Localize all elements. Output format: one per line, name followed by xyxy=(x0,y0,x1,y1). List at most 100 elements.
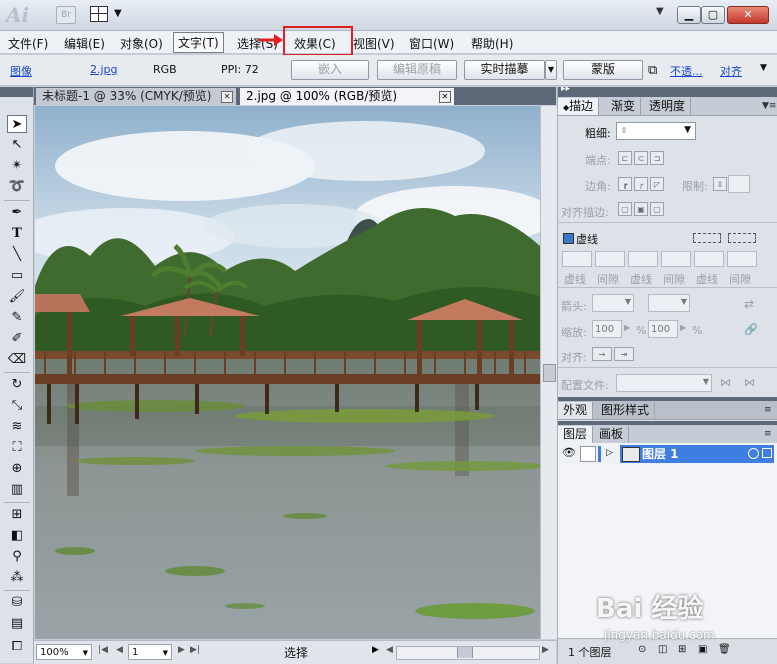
menu-file[interactable]: 文件(F) xyxy=(5,34,51,53)
align-outside-icon[interactable]: ▢ xyxy=(650,202,664,216)
gap-field-2[interactable] xyxy=(661,251,691,267)
align-link[interactable]: 对齐 xyxy=(720,63,742,79)
pencil-tool-icon[interactable]: ✎ xyxy=(7,309,27,327)
image-label[interactable]: 图像 xyxy=(10,63,32,79)
miter-join-icon[interactable]: ┏ xyxy=(618,177,632,191)
menu-type[interactable]: 文字(T) xyxy=(173,32,224,53)
tab-untitled-document[interactable]: 未标题-1 @ 33% (CMYK/预览) ✕ xyxy=(36,88,236,105)
close-tab-icon[interactable]: ✕ xyxy=(221,91,233,103)
magic-wand-tool-icon[interactable]: ✴ xyxy=(7,157,27,175)
live-trace-dropdown[interactable]: ▼ xyxy=(545,60,557,80)
minimize-button[interactable]: ▁ xyxy=(677,6,701,24)
blend-tool-icon[interactable]: ⁂ xyxy=(7,569,27,587)
expand-layer-icon[interactable]: ▷ xyxy=(606,448,613,458)
end-arrowhead-select[interactable]: ▼ xyxy=(648,294,690,312)
menu-window[interactable]: 窗口(W) xyxy=(406,34,457,53)
limit-field[interactable] xyxy=(728,175,750,193)
swap-arrowheads-icon[interactable]: ⇄ xyxy=(744,297,754,311)
flip-across-icon[interactable]: ⋈ xyxy=(744,376,755,389)
panel-menu-icon[interactable]: ≡ xyxy=(764,429,772,439)
selection-indicator[interactable] xyxy=(762,448,772,458)
mesh-tool-icon[interactable]: ⊞ xyxy=(7,506,27,524)
tab-layers[interactable]: 图层 xyxy=(558,426,594,443)
align-inside-icon[interactable]: ▣ xyxy=(634,202,648,216)
target-icon[interactable] xyxy=(748,448,759,459)
edit-original-button[interactable]: 编辑原稿 xyxy=(377,60,457,80)
projecting-cap-icon[interactable]: ⊐ xyxy=(650,151,664,165)
bridge-button[interactable]: Br xyxy=(56,6,76,24)
type-tool-icon[interactable]: T xyxy=(7,225,27,243)
gradient-tool-icon[interactable]: ◧ xyxy=(7,527,27,545)
rotate-tool-icon[interactable]: ↻ xyxy=(7,376,27,394)
stroke-panel-header[interactable]: ▸▸ xyxy=(558,84,777,97)
mask-button[interactable]: 蒙版 xyxy=(563,60,643,80)
gap-field-1[interactable] xyxy=(595,251,625,267)
flip-along-icon[interactable]: ⋈ xyxy=(720,376,731,389)
eraser-tool-icon[interactable]: ⌫ xyxy=(7,351,27,369)
start-scale-field[interactable]: 100 xyxy=(592,320,622,338)
menu-edit[interactable]: 编辑(E) xyxy=(61,34,108,53)
scrollbar-thumb[interactable] xyxy=(543,364,556,382)
shape-builder-tool-icon[interactable]: ⊕ xyxy=(7,460,27,478)
tab-gradient[interactable]: 渐变 xyxy=(606,98,642,115)
scale-tool-icon[interactable]: ⤡ xyxy=(7,397,27,415)
arrow-tip-beyond-icon[interactable]: → xyxy=(592,347,612,361)
tab-artboards[interactable]: 画板 xyxy=(594,426,630,443)
direct-selection-tool-icon[interactable]: ↖ xyxy=(7,136,27,154)
bevel-join-icon[interactable]: ◸ xyxy=(650,177,664,191)
butt-cap-icon[interactable]: ⊏ xyxy=(618,151,632,165)
link-scale-icon[interactable]: 🔗 xyxy=(744,323,758,336)
arrow-tip-at-end-icon[interactable]: ⇥ xyxy=(614,347,634,361)
selection-tool-icon[interactable]: ➤ xyxy=(7,115,27,133)
tab-graphic-styles[interactable]: 图形样式 xyxy=(596,402,656,419)
dashed-line-checkbox[interactable] xyxy=(563,233,574,244)
close-button[interactable]: ✕ xyxy=(727,6,769,24)
tab-jpg-document[interactable]: 2.jpg @ 100% (RGB/预览) ✕ xyxy=(240,88,454,105)
hscroll-left-icon[interactable]: ◀ xyxy=(386,645,393,655)
symbol-sprayer-tool-icon[interactable]: ⛁ xyxy=(7,594,27,612)
maximize-button[interactable]: ▢ xyxy=(701,6,725,24)
round-join-icon[interactable]: ╭ xyxy=(634,177,648,191)
panel-menu-icon[interactable]: ▼≡ xyxy=(762,101,776,111)
start-arrowhead-select[interactable]: ▼ xyxy=(592,294,634,312)
arrange-documents-button[interactable]: ▼ xyxy=(90,5,126,23)
rectangle-tool-icon[interactable]: ▭ xyxy=(7,267,27,285)
align-dash-icon[interactable] xyxy=(728,233,756,243)
end-scale-field[interactable]: 100 xyxy=(648,320,678,338)
artboard-tool-icon[interactable]: ⧠ xyxy=(7,638,27,656)
transform-icon[interactable]: ⧉ xyxy=(648,63,657,78)
first-artboard-icon[interactable]: |◀ xyxy=(98,645,108,655)
preserve-dash-icon[interactable] xyxy=(693,233,721,243)
gap-field-3[interactable] xyxy=(727,251,757,267)
panel-menu-icon[interactable]: ▼ xyxy=(760,63,767,73)
hscroll-right-icon[interactable]: ▶ xyxy=(542,645,549,655)
menu-help[interactable]: 帮助(H) xyxy=(468,34,516,53)
tab-stroke[interactable]: ◆描边 xyxy=(558,98,600,115)
opacity-link[interactable]: 不透... xyxy=(670,63,703,79)
horizontal-scrollbar[interactable] xyxy=(396,646,540,660)
graph-tool-icon[interactable]: ▥ xyxy=(7,481,27,499)
pen-tool-icon[interactable]: ✒ xyxy=(7,204,27,222)
lock-toggle[interactable] xyxy=(580,446,596,462)
artboard-canvas[interactable] xyxy=(35,106,540,639)
weight-field[interactable]: ⇳ ▼ xyxy=(616,122,696,140)
start-scale-menu-icon[interactable]: ▶ xyxy=(624,323,630,332)
placed-landscape-image[interactable] xyxy=(35,106,540,639)
free-transform-tool-icon[interactable]: ⛶ xyxy=(7,439,27,457)
layer-row[interactable]: 👁 ▷ 图层 1 xyxy=(562,444,774,464)
eyedropper-tool-icon[interactable]: ⚲ xyxy=(7,548,27,566)
limit-stepper[interactable]: ⇳ xyxy=(713,177,727,191)
paintbrush-tool-icon[interactable]: 🖌 xyxy=(7,288,27,306)
menu-view[interactable]: 视图(V) xyxy=(350,34,398,53)
next-artboard-icon[interactable]: ▶ xyxy=(178,645,185,655)
tools-panel-header[interactable] xyxy=(0,87,33,97)
lasso-tool-icon[interactable]: ➰ xyxy=(7,178,27,196)
warp-tool-icon[interactable]: ≋ xyxy=(7,418,27,436)
panel-menu-icon[interactable]: ≡ xyxy=(764,405,772,415)
tab-appearance[interactable]: 外观 xyxy=(558,402,594,419)
layer-name-cell[interactable]: 图层 1 xyxy=(620,445,774,463)
end-scale-menu-icon[interactable]: ▶ xyxy=(680,323,686,332)
align-center-icon[interactable]: ▢ xyxy=(618,202,632,216)
last-artboard-icon[interactable]: ▶| xyxy=(190,645,200,655)
dash-field-2[interactable] xyxy=(628,251,658,267)
